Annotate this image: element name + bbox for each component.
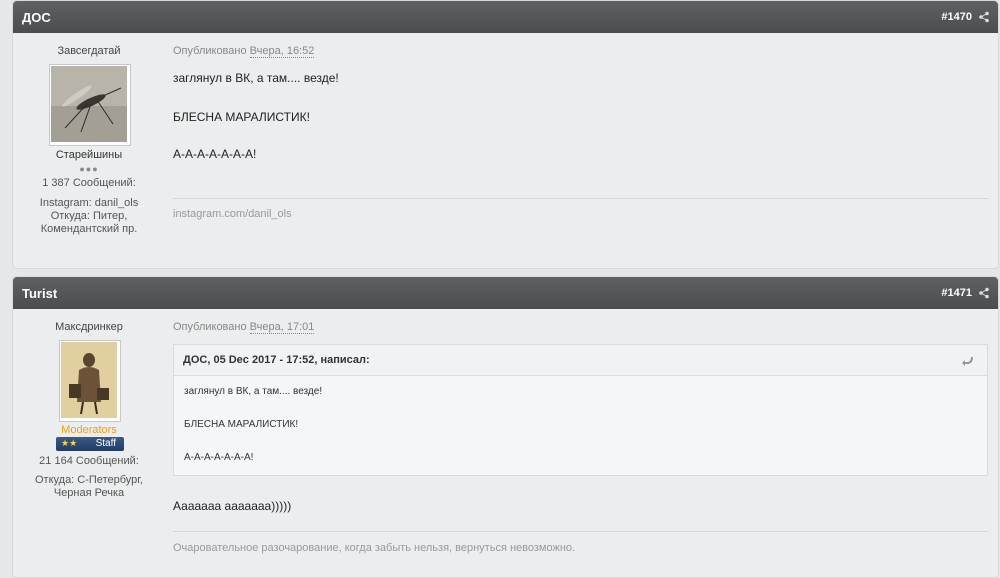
quote-line-1: заглянул в ВК, а там.... везде!	[184, 386, 323, 397]
published-label: Опубликовано	[173, 321, 247, 333]
post-header: Turist #1471	[13, 277, 998, 309]
signature-divider	[173, 531, 988, 532]
post-meta: Опубликовано Вчера, 16:52	[173, 45, 315, 58]
post-1471: Turist #1471 Максдринкер Moderators ★★ S…	[12, 276, 999, 578]
signature-divider	[173, 198, 988, 199]
quote-line-3: А-А-А-А-А-А-А!	[184, 452, 254, 463]
quote-arrow-icon[interactable]	[961, 355, 975, 367]
quote-header: ДОС, 05 Dec 2017 - 17:52, написал:	[174, 345, 987, 376]
posts-count: 21 164 Сообщений:	[39, 455, 139, 467]
location-line-2: Черная Речка	[53, 487, 125, 499]
post-date[interactable]: Вчера, 16:52	[249, 45, 315, 58]
post-number-link[interactable]: #1470	[941, 11, 972, 23]
instagram-field: Instagram: danil_ols	[39, 197, 139, 209]
post-meta: Опубликовано Вчера, 17:01	[173, 321, 315, 334]
post-author-name[interactable]: ДОС	[22, 10, 51, 25]
posts-count: 1 387 Сообщений:	[42, 177, 136, 189]
post-line-3: А-А-А-А-А-А-А!	[173, 147, 257, 161]
post-header: ДОС #1470	[13, 1, 998, 33]
reply-text: Ааааааа ааааааа)))))	[173, 499, 292, 513]
rank-pips: ●●●	[79, 164, 99, 174]
staff-badge: ★★ Staff	[56, 437, 124, 451]
post-date[interactable]: Вчера, 17:01	[249, 321, 315, 334]
avatar[interactable]	[49, 64, 131, 146]
post-line-1: заглянул в ВК, а там.... везде!	[173, 71, 339, 85]
quote-line-2: БЛЕСНА МАРАЛИСТИК!	[184, 419, 299, 430]
quote-author: ДОС, 05 Dec 2017 - 17:52, написал:	[183, 354, 370, 366]
user-title: Завсегдатай	[57, 45, 121, 57]
location-line-2: Комендантский пр.	[40, 223, 138, 235]
post-line-2: БЛЕСНА МАРАЛИСТИК!	[173, 110, 310, 124]
avatar[interactable]	[59, 340, 121, 422]
share-icon[interactable]	[978, 11, 990, 23]
signature[interactable]: instagram.com/danil_ols	[173, 208, 292, 220]
post-author-name[interactable]: Turist	[22, 286, 57, 301]
badge-stars-icon: ★★	[61, 438, 78, 448]
signature: Очаровательное разочарование, когда забы…	[173, 542, 576, 554]
post-number-link[interactable]: #1471	[941, 287, 972, 299]
location-line-1: Откуда: С-Петербург,	[34, 474, 143, 486]
user-title: Максдринкер	[55, 321, 123, 333]
location-line-1: Откуда: Питер,	[50, 210, 128, 222]
share-icon[interactable]	[978, 287, 990, 299]
badge-label: Staff	[95, 438, 116, 449]
published-label: Опубликовано	[173, 45, 247, 57]
user-group: Moderators	[61, 424, 117, 436]
post-1470: ДОС #1470 Завсегдатай Старейшины ●●● 1 3…	[12, 0, 999, 269]
quote-block: ДОС, 05 Dec 2017 - 17:52, написал: загля…	[173, 344, 988, 476]
user-group: Старейшины	[55, 149, 123, 161]
